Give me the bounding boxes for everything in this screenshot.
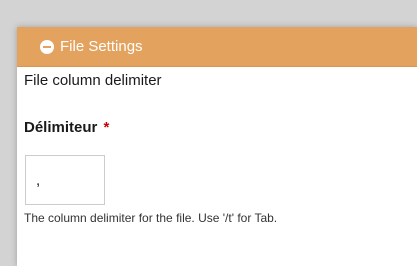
delimiter-help-text: The column delimiter for the file. Use '… — [24, 211, 278, 225]
required-marker: * — [103, 119, 110, 136]
delimiter-label: Délimiteur * — [24, 119, 109, 136]
delimiter-label-text: Délimiteur — [24, 119, 98, 136]
panel-header[interactable]: File Settings — [17, 27, 417, 67]
section-heading: File column delimiter — [24, 72, 162, 89]
minus-circle-icon[interactable] — [40, 39, 54, 54]
file-settings-panel: File Settings — [17, 27, 417, 266]
delimiter-input[interactable] — [25, 155, 105, 205]
panel-title: File Settings — [60, 38, 143, 55]
